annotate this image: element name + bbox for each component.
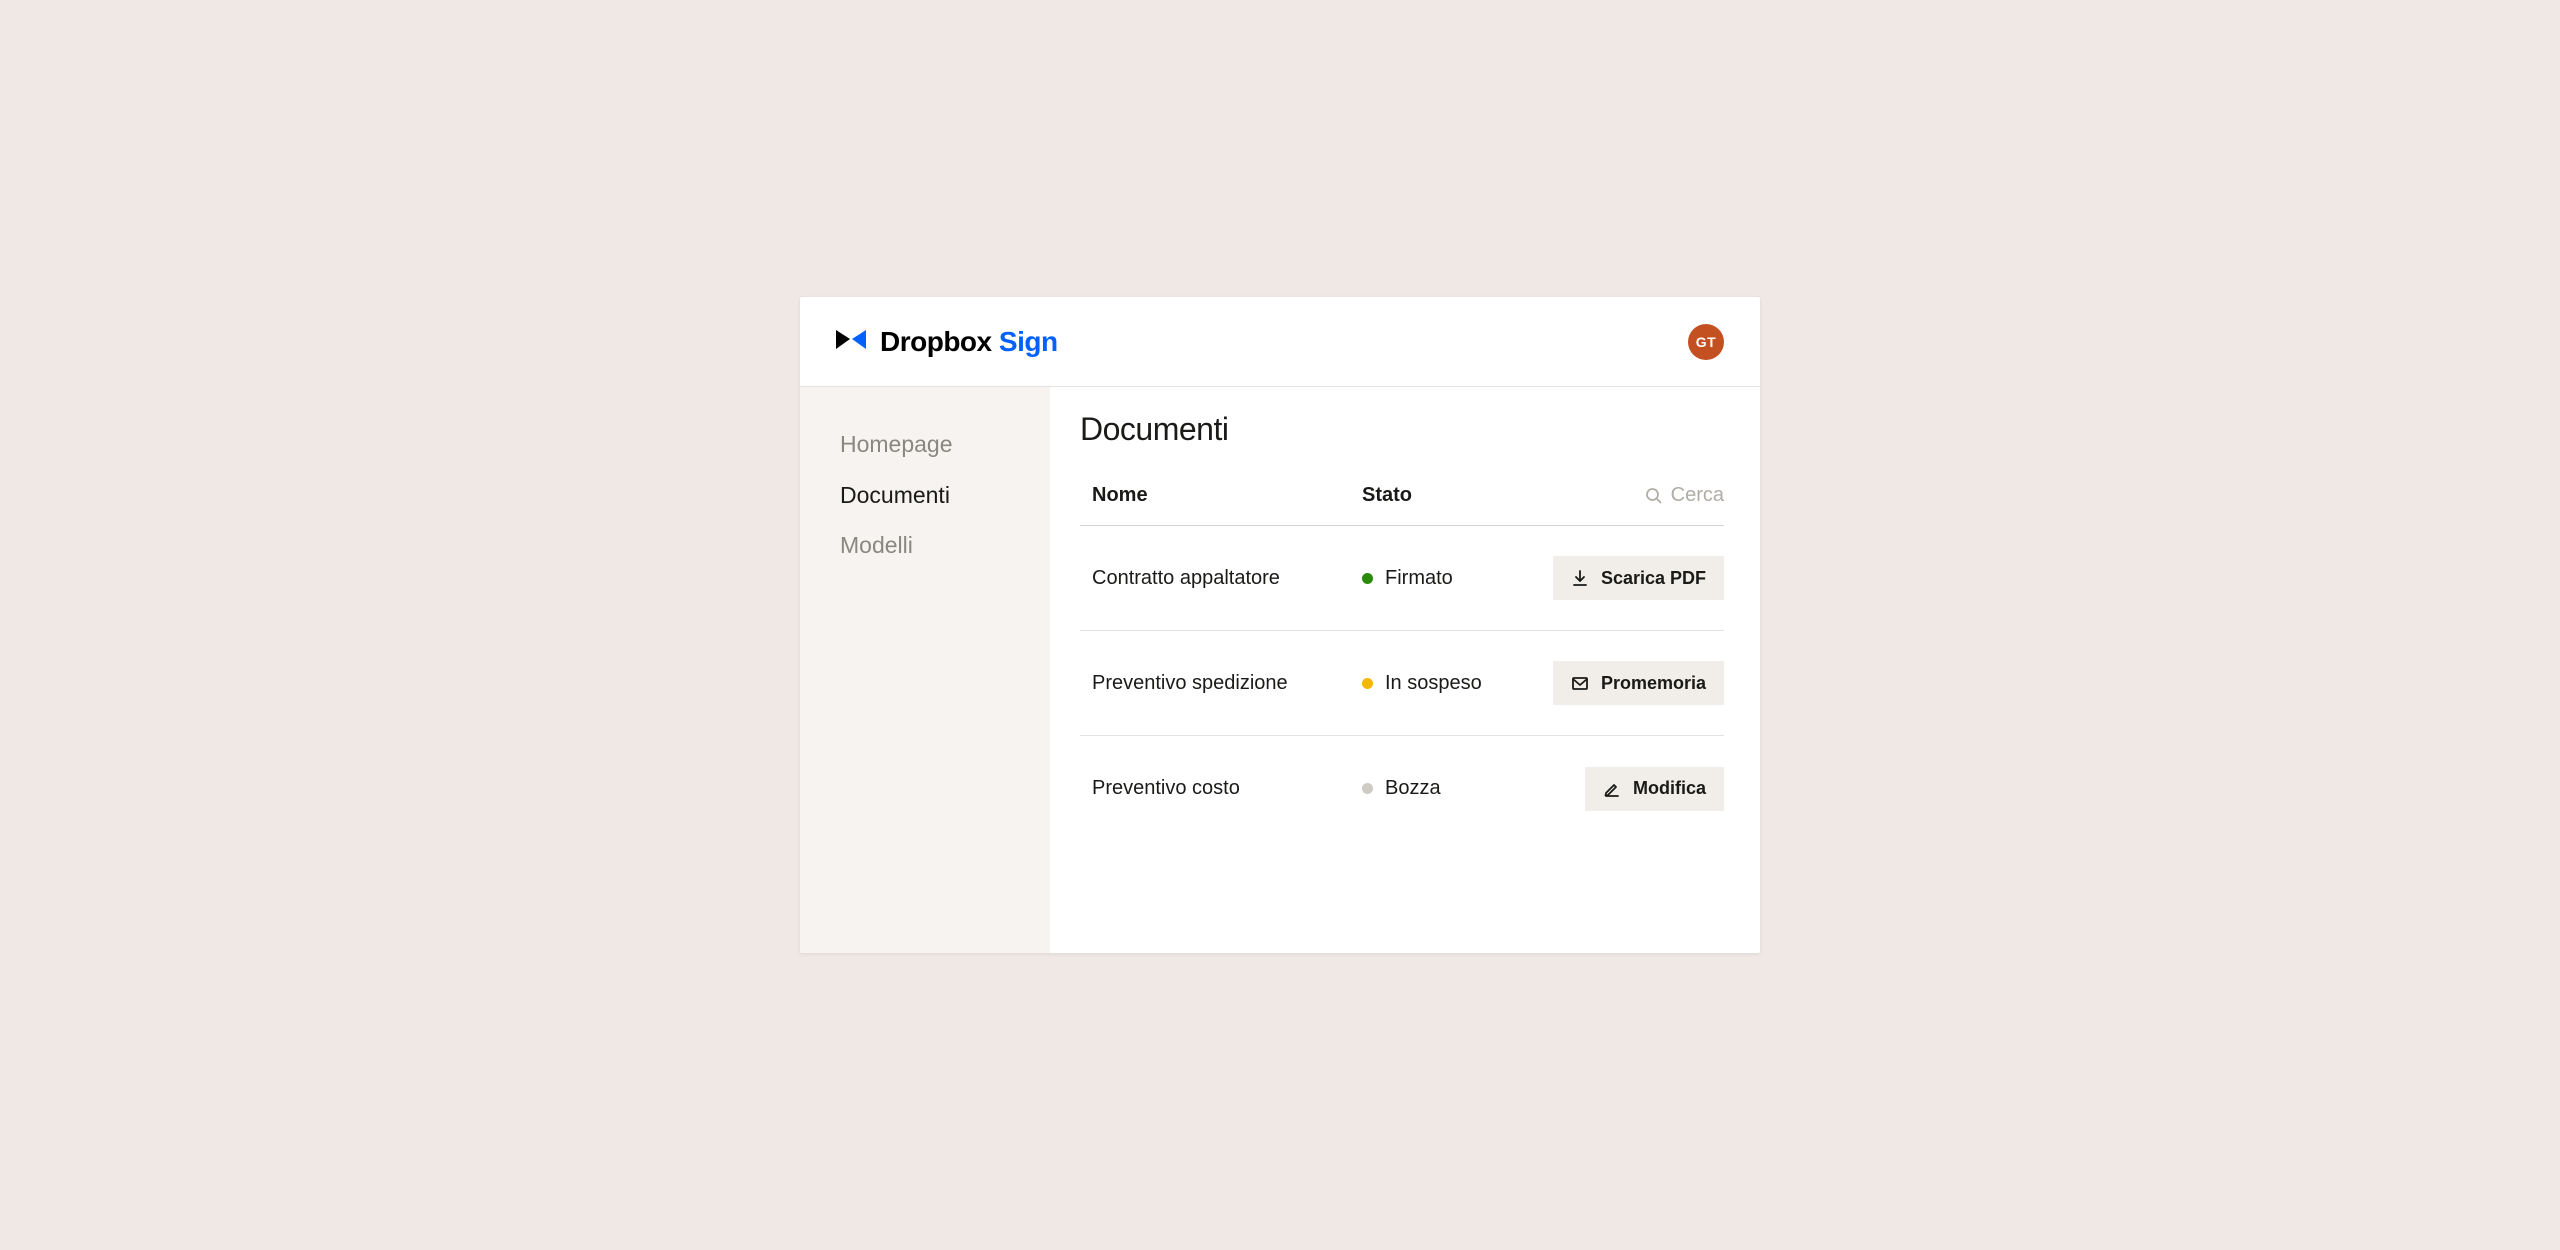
document-name: Preventivo spedizione [1080, 672, 1362, 695]
status-dot-icon [1362, 783, 1373, 794]
status-label: Bozza [1385, 777, 1441, 800]
document-name: Preventivo costo [1080, 777, 1362, 800]
document-name: Contratto appaltatore [1080, 567, 1362, 590]
logo[interactable]: Dropbox Sign [836, 326, 1058, 358]
sidebar-item-documenti[interactable]: Documenti [840, 470, 1050, 521]
avatar[interactable]: GT [1688, 324, 1724, 360]
download-pdf-button[interactable]: Scarica PDF [1553, 556, 1724, 600]
search-input[interactable]: Cerca [1645, 484, 1724, 507]
status-cell: In sospeso [1362, 672, 1553, 695]
download-icon [1571, 569, 1589, 587]
body: Homepage Documenti Modelli Documenti Nom… [800, 387, 1760, 953]
reminder-button[interactable]: Promemoria [1553, 661, 1724, 705]
table-header: Nome Stato Cerca [1080, 484, 1724, 526]
app-window: Dropbox Sign GT Homepage Documenti Model… [800, 297, 1760, 953]
search-icon [1645, 487, 1663, 505]
search-placeholder: Cerca [1671, 484, 1724, 507]
status-label: In sospeso [1385, 672, 1482, 695]
table-row: Contratto appaltatore Firmato [1080, 526, 1724, 631]
edit-button[interactable]: Modifica [1585, 767, 1724, 811]
sidebar: Homepage Documenti Modelli [800, 387, 1050, 953]
status-dot-icon [1362, 678, 1373, 689]
action-label: Promemoria [1601, 673, 1706, 694]
column-header-name: Nome [1080, 484, 1362, 507]
sidebar-item-modelli[interactable]: Modelli [840, 520, 1050, 571]
page-title: Documenti [1080, 411, 1724, 448]
logo-text: Dropbox Sign [880, 326, 1058, 358]
action-label: Modifica [1633, 778, 1706, 799]
status-dot-icon [1362, 573, 1373, 584]
main-content: Documenti Nome Stato Cerca Contratto app… [1050, 387, 1760, 953]
mail-icon [1571, 674, 1589, 692]
table-row: Preventivo spedizione In sospeso Promem [1080, 631, 1724, 736]
column-header-status: Stato [1362, 484, 1645, 507]
action-label: Scarica PDF [1601, 568, 1706, 589]
status-cell: Bozza [1362, 777, 1585, 800]
table-row: Preventivo costo Bozza Modifica [1080, 736, 1724, 841]
sidebar-item-homepage[interactable]: Homepage [840, 419, 1050, 470]
edit-icon [1603, 780, 1621, 798]
status-label: Firmato [1385, 567, 1453, 590]
status-cell: Firmato [1362, 567, 1553, 590]
dropbox-sign-logo-icon [836, 327, 866, 357]
header: Dropbox Sign GT [800, 297, 1760, 387]
